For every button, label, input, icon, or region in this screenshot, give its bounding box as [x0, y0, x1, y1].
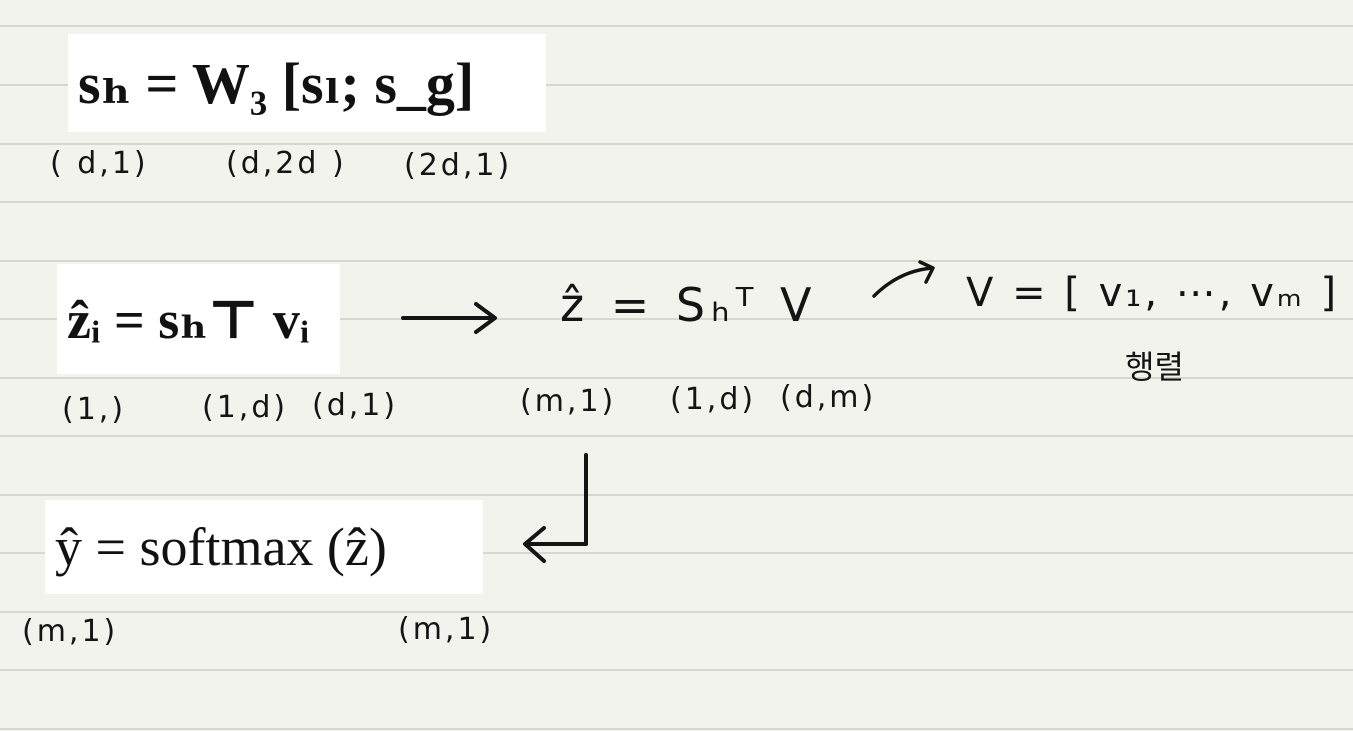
matrix-definition: V = [ v₁, ⋯, vₘ ]	[966, 270, 1340, 316]
dim-annotation: (m,1)	[520, 384, 617, 419]
equation-text: ŷ = softmax (ẑ)	[55, 517, 387, 577]
equation-text: ẑᵢ = sₕ⊤ vᵢ	[67, 290, 310, 350]
ruled-line	[0, 611, 1353, 613]
equation-softmax: ŷ = softmax (ẑ)	[45, 500, 483, 594]
dim-annotation: (d,2d )	[226, 146, 347, 181]
curved-arrow-icon	[872, 260, 935, 298]
ruled-line	[0, 494, 1353, 496]
handwritten-equation: ẑ = Sₕᵀ V	[560, 278, 818, 332]
dim-annotation: (m,1)	[398, 612, 495, 647]
dim-annotation: (1,)	[62, 392, 127, 427]
ruled-line	[0, 25, 1353, 27]
note-page: { "equations": { "eq1": "sₕ = W₃ [sₗ; s_…	[0, 0, 1353, 731]
equation-hidden-state: sₕ = W₃ [sₗ; s_g]	[68, 34, 546, 132]
matrix-note: 행렬	[1125, 348, 1184, 386]
ruled-line	[0, 669, 1353, 671]
ruled-line	[0, 201, 1353, 203]
dim-annotation: (d,1)	[312, 388, 399, 423]
dim-annotation: (1,d)	[670, 382, 757, 417]
ruled-line	[0, 435, 1353, 437]
dim-annotation: ( d,1)	[50, 146, 149, 181]
ruled-line	[0, 143, 1353, 145]
ruled-line	[0, 260, 1353, 262]
equation-score: ẑᵢ = sₕ⊤ vᵢ	[57, 264, 340, 374]
dim-annotation: (m,1)	[22, 614, 119, 649]
dim-annotation: (d,m)	[780, 380, 877, 415]
dim-annotation: (2d,1)	[404, 148, 513, 183]
elbow-arrow-icon	[523, 453, 588, 563]
equation-text: sₕ = W₃ [sₗ; s_g]	[78, 51, 475, 116]
dim-annotation: (1,d)	[202, 390, 289, 425]
ruled-line	[0, 728, 1353, 730]
